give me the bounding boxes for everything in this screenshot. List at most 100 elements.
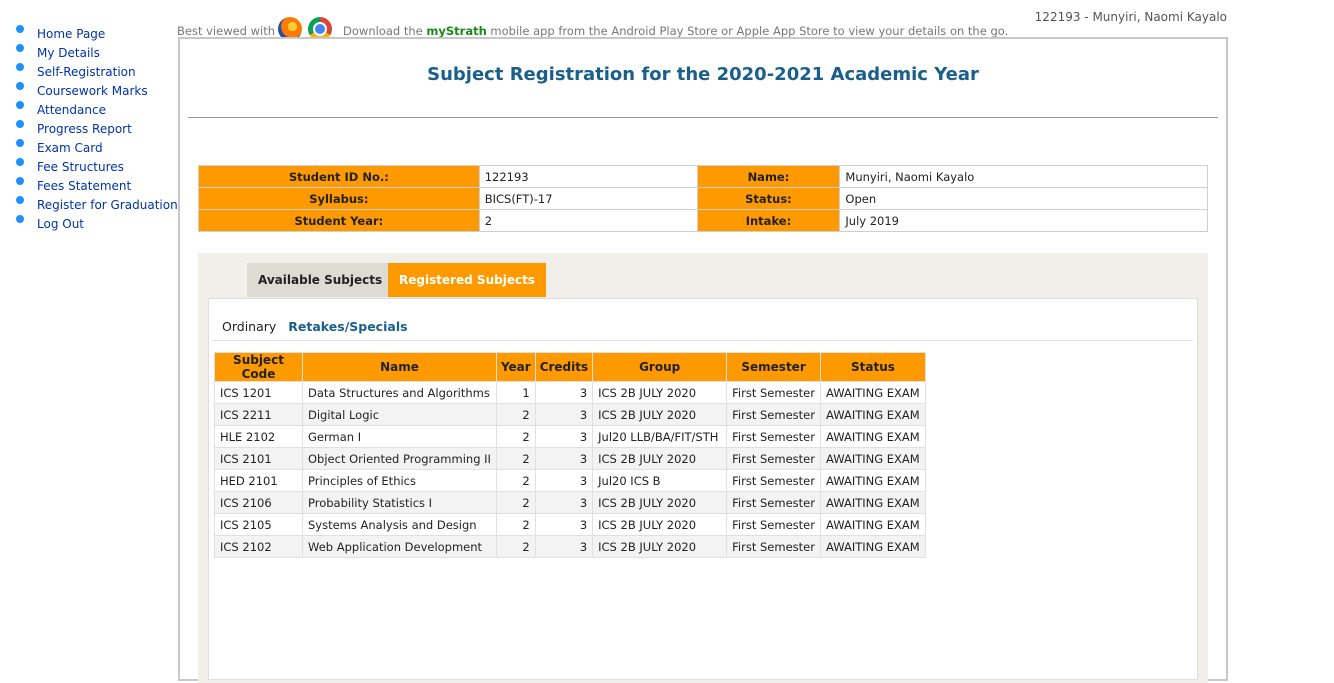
- nav-link-coursework-marks[interactable]: Coursework Marks: [37, 84, 148, 98]
- subject-status: AWAITING EXAM: [819, 403, 926, 426]
- bullet-icon: [16, 157, 24, 166]
- bullet-icon: [16, 24, 24, 33]
- main-content: Subject Registration for the 2020-2021 A…: [178, 37, 1228, 683]
- col-name: Name: [302, 352, 497, 382]
- subject-status: AWAITING EXAM: [819, 381, 926, 404]
- tab-available-subjects[interactable]: Available Subjects: [247, 263, 394, 297]
- subject-semester: First Semester: [726, 491, 821, 514]
- intake-value: July 2019: [839, 209, 1208, 232]
- registered-subjects-table: Subject Code Name Year Credits Group Sem…: [214, 352, 926, 558]
- subject-year: 2: [495, 535, 536, 558]
- col-semester: Semester: [726, 352, 821, 382]
- col-credits: Credits: [534, 352, 594, 382]
- nav-link-home[interactable]: Home Page: [37, 27, 105, 41]
- bullet-icon: [16, 100, 24, 109]
- subject-name: Object Oriented Programming II: [302, 447, 497, 470]
- nav-item-fee-structures[interactable]: Fee Structures: [16, 157, 176, 176]
- name-value: Munyiri, Naomi Kayalo: [839, 165, 1208, 188]
- nav-item-coursework-marks[interactable]: Coursework Marks: [16, 81, 176, 100]
- nav-link-my-details[interactable]: My Details: [37, 46, 100, 60]
- subject-credits: 3: [534, 469, 594, 492]
- table-row: ICS 2106 Probability Statistics I 2 3 IC…: [214, 491, 926, 514]
- bullet-icon: [16, 214, 24, 223]
- name-label: Name:: [696, 165, 841, 188]
- nav-link-progress-report[interactable]: Progress Report: [37, 122, 132, 136]
- subject-credits: 3: [534, 491, 594, 514]
- student-id-value: 122193: [478, 165, 698, 188]
- subject-name: Digital Logic: [302, 403, 497, 426]
- nav-item-home[interactable]: Home Page: [16, 24, 176, 43]
- app-name: myStrath: [426, 24, 487, 38]
- nav-link-fee-structures[interactable]: Fee Structures: [37, 160, 124, 174]
- subject-credits: 3: [534, 403, 594, 426]
- syllabus-value: BICS(FT)-17: [478, 187, 698, 210]
- nav-item-attendance[interactable]: Attendance: [16, 100, 176, 119]
- status-label: Status:: [696, 187, 841, 210]
- table-row: ICS 2105 Systems Analysis and Design 2 3…: [214, 513, 926, 536]
- nav-link-attendance[interactable]: Attendance: [37, 103, 106, 117]
- side-navigation: Home Page My Details Self-Registration C…: [16, 24, 178, 233]
- subject-year: 2: [495, 425, 536, 448]
- bullet-icon: [16, 43, 24, 52]
- registered-subjects-panel: Ordinary Retakes/Specials Subject Code N…: [208, 298, 1198, 680]
- subject-status: AWAITING EXAM: [819, 535, 926, 558]
- subject-year: 2: [495, 491, 536, 514]
- subject-semester: First Semester: [726, 469, 821, 492]
- subtab-ordinary[interactable]: Ordinary: [222, 319, 276, 334]
- status-value: Open: [839, 187, 1208, 210]
- nav-link-self-registration[interactable]: Self-Registration: [37, 65, 136, 79]
- subject-status: AWAITING EXAM: [819, 491, 926, 514]
- subject-code: HED 2101: [214, 469, 303, 492]
- nav-item-progress-report[interactable]: Progress Report: [16, 119, 176, 138]
- subject-credits: 3: [534, 381, 594, 404]
- subtab-retakes-specials[interactable]: Retakes/Specials: [288, 319, 407, 334]
- bullet-icon: [16, 195, 24, 204]
- subtabs: Ordinary Retakes/Specials: [222, 319, 408, 334]
- nav-link-register-graduation[interactable]: Register for Graduation: [37, 198, 178, 212]
- subject-code: HLE 2102: [214, 425, 303, 448]
- nav-item-exam-card[interactable]: Exam Card: [16, 138, 176, 157]
- subject-status: AWAITING EXAM: [819, 447, 926, 470]
- nav-item-register-graduation[interactable]: Register for Graduation: [16, 195, 178, 214]
- nav-link-fees-statement[interactable]: Fees Statement: [37, 179, 131, 193]
- table-row: ICS 2101 Object Oriented Programming II …: [214, 447, 926, 470]
- student-year-value: 2: [478, 209, 698, 232]
- nav-link-log-out[interactable]: Log Out: [37, 217, 84, 231]
- subject-credits: 3: [534, 425, 594, 448]
- subject-group: ICS 2B JULY 2020: [592, 491, 728, 514]
- subject-status: AWAITING EXAM: [819, 425, 926, 448]
- student-id-label: Student ID No.:: [198, 165, 480, 188]
- subject-group: ICS 2B JULY 2020: [592, 381, 728, 404]
- subject-group: ICS 2B JULY 2020: [592, 403, 728, 426]
- subject-name: Probability Statistics I: [302, 491, 497, 514]
- col-year: Year: [495, 352, 536, 382]
- subject-name: Principles of Ethics: [302, 469, 497, 492]
- subject-group: ICS 2B JULY 2020: [592, 447, 728, 470]
- subject-credits: 3: [534, 447, 594, 470]
- nav-item-self-registration[interactable]: Self-Registration: [16, 62, 176, 81]
- student-info-table: Student ID No.: 122193 Name: Munyiri, Na…: [198, 165, 1208, 232]
- intake-label: Intake:: [696, 209, 841, 232]
- nav-link-exam-card[interactable]: Exam Card: [37, 141, 103, 155]
- nav-item-fees-statement[interactable]: Fees Statement: [16, 176, 176, 195]
- subject-code: ICS 2211: [214, 403, 303, 426]
- subject-name: Systems Analysis and Design: [302, 513, 497, 536]
- subject-name: Web Application Development: [302, 535, 497, 558]
- nav-item-my-details[interactable]: My Details: [16, 43, 176, 62]
- download-text-suffix: mobile app from the Android Play Store o…: [490, 24, 1009, 38]
- subject-name: German I: [302, 425, 497, 448]
- subject-semester: First Semester: [726, 381, 821, 404]
- subject-code: ICS 2102: [214, 535, 303, 558]
- bullet-icon: [16, 138, 24, 147]
- subtabs-divider: [213, 340, 1193, 341]
- subject-credits: 3: [534, 535, 594, 558]
- table-row: HLE 2102 German I 2 3 Jul20 LLB/BA/FIT/S…: [214, 425, 926, 448]
- subject-year: 1: [495, 381, 536, 404]
- student-year-label: Student Year:: [198, 209, 480, 232]
- page-title: Subject Registration for the 2020-2021 A…: [427, 64, 979, 85]
- browser-notice: Best viewed with Download the myStrath m…: [177, 10, 1009, 41]
- subject-status: AWAITING EXAM: [819, 513, 926, 536]
- tab-registered-subjects[interactable]: Registered Subjects: [388, 263, 546, 297]
- nav-item-log-out[interactable]: Log Out: [16, 214, 176, 233]
- col-group: Group: [592, 352, 728, 382]
